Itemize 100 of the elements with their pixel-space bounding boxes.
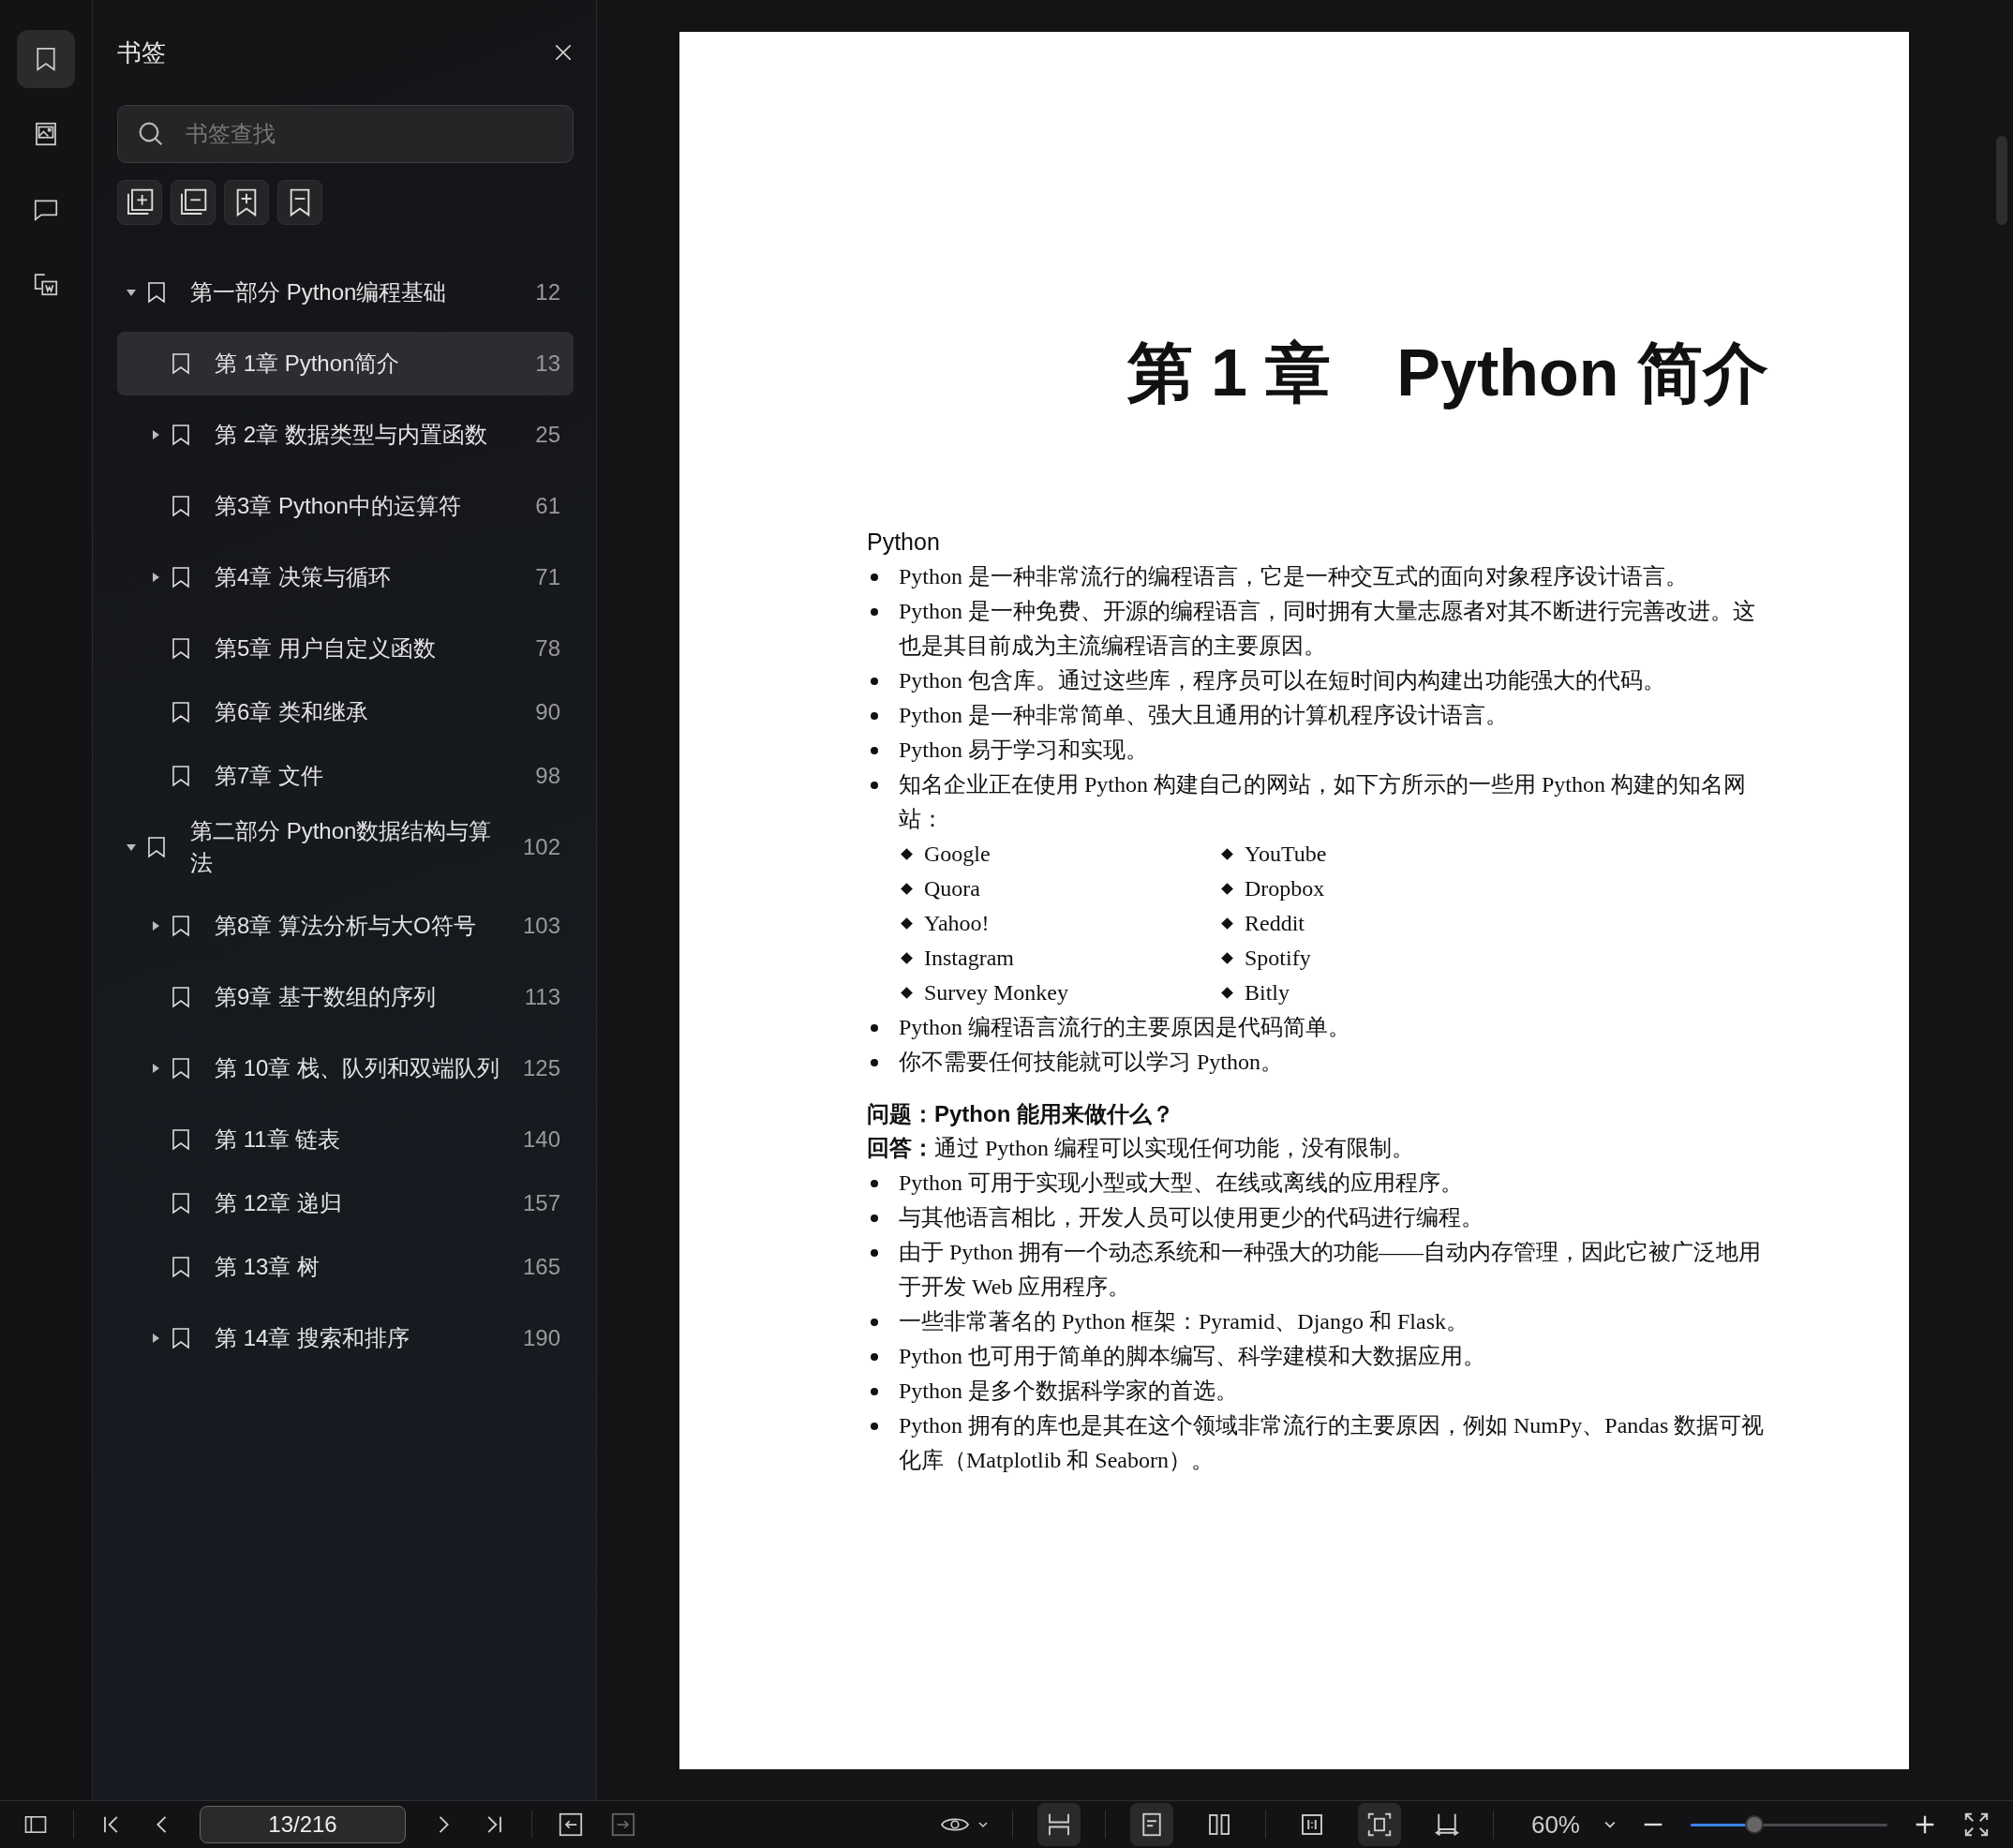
- plus-icon: [125, 187, 155, 217]
- bookmark-item[interactable]: 第9章 基于数组的序列 113: [117, 965, 574, 1029]
- bookmark-icon: [147, 280, 166, 305]
- bookmark-icon: [171, 636, 190, 661]
- bookmark-icon: [171, 1056, 190, 1080]
- list-item: Yahoo!: [924, 910, 990, 937]
- list-item: Reddit: [1245, 910, 1305, 937]
- list-item: Instagram: [924, 945, 1014, 972]
- page-number-field[interactable]: 13/216: [200, 1806, 406, 1843]
- sidebar-tab[interactable]: [17, 30, 75, 88]
- bullet-text: Python 包含库。通过这些库，程序员可以在短时间内构建出功能强大的代码。: [899, 667, 1665, 694]
- bullet-text: 一些非常著名的 Python 框架：Pyramid、Django 和 Flask。: [899, 1308, 1469, 1335]
- bookmark-icon: [171, 1191, 190, 1215]
- bookmark-item[interactable]: 第3章 Python中的运算符 61: [117, 474, 574, 538]
- bullet-text: 你不需要任何技能就可以学习 Python。: [899, 1049, 1283, 1076]
- fullscreen-icon[interactable]: [1962, 1811, 1991, 1839]
- expanded-triangle-icon[interactable]: [127, 842, 136, 852]
- list-item: Quora: [924, 875, 980, 902]
- continuous-scroll-button[interactable]: [1036, 1803, 1081, 1846]
- bookmark-item[interactable]: 第 10章 栈、队列和双端队列 125: [117, 1029, 574, 1108]
- bookmark-item[interactable]: 第 14章 搜索和排序 190: [117, 1299, 574, 1378]
- bookmark-icon: [171, 1255, 190, 1279]
- single-page-button[interactable]: [1129, 1803, 1173, 1846]
- bookmark-icon: [171, 914, 190, 938]
- bullet-icon: [871, 1388, 878, 1395]
- bookmark-icon: [171, 1326, 190, 1350]
- collapsed-triangle-icon[interactable]: [151, 1064, 160, 1073]
- back-icon[interactable]: [557, 1811, 585, 1839]
- bookmark-icon: [171, 1127, 190, 1152]
- minus-icon: [178, 187, 208, 217]
- bullet-icon: [871, 1059, 878, 1066]
- bullet-text: Python 编程语言流行的主要原因是代码简单。: [899, 1014, 1350, 1041]
- collapsed-triangle-icon[interactable]: [151, 921, 160, 931]
- bookmark-icon: [171, 423, 190, 447]
- bullet-text: Python 也可用于简单的脚本编写、科学建模和大数据应用。: [899, 1343, 1485, 1370]
- bookmark-item[interactable]: 第7章 文件 98: [117, 744, 574, 808]
- bullet-icon: [871, 1249, 878, 1257]
- slider-thumb[interactable]: [1745, 1815, 1765, 1834]
- scrollbar-thumb[interactable]: [1996, 136, 2007, 225]
- remove-bookmark-button[interactable]: [171, 180, 216, 225]
- question-text: 问题：Python 能用来做什么？: [867, 1100, 1175, 1128]
- list-item: Google: [924, 841, 991, 868]
- bookmark-item[interactable]: 第一部分 Python编程基础 12: [117, 253, 574, 332]
- add-bookmark-button[interactable]: [224, 180, 269, 225]
- list-item: Spotify: [1245, 945, 1311, 972]
- bookmark-item[interactable]: 第8章 算法分析与大O符号 103: [117, 887, 574, 965]
- collapsed-triangle-icon[interactable]: [151, 1334, 160, 1343]
- list-item: YouTube: [1245, 841, 1327, 868]
- bullet-text: Python 是一种免费、开源的编程语言，同时拥有大量志愿者对其不断进行完善改进。这也是其目前成为主流编程语言的主要原因。: [899, 598, 1756, 660]
- bookmark-item[interactable]: 第 2章 数据类型与内置函数 25: [117, 395, 574, 474]
- search-field[interactable]: 书签查找: [117, 105, 574, 163]
- bullet-text: Python 是一种非常流行的编程语言，它是一种交互式的面向对象程序设计语言。: [899, 563, 1688, 590]
- panel-title: 书签: [117, 37, 166, 68]
- bullet-icon: [871, 747, 878, 754]
- close-icon[interactable]: [553, 42, 574, 63]
- bookmark-item[interactable]: 第 12章 递归 157: [117, 1171, 574, 1235]
- bookmark-item[interactable]: 第6章 类和继承 90: [117, 680, 574, 744]
- bookmark-icon: [171, 565, 190, 589]
- fit-page-button[interactable]: [1357, 1803, 1401, 1846]
- bullet-text: Python 是一种非常简单、强大且通用的计算机程序设计语言。: [899, 702, 1508, 729]
- bullet-icon: [871, 1353, 878, 1361]
- zoom-slider[interactable]: [1691, 1814, 1887, 1835]
- answer-text: 回答：通过 Python 编程可以实现任何功能，没有限制。: [867, 1135, 1415, 1162]
- bullet-text: Python 可用于实现小型或大型、在线或离线的应用程序。: [899, 1170, 1463, 1197]
- bookmark-item[interactable]: 第 1章 Python简介 13: [117, 332, 574, 395]
- bookmark-icon: [171, 351, 190, 376]
- bookmark-item[interactable]: 第 11章 链表 140: [117, 1108, 574, 1171]
- bullet-text: Python 拥有的库也是其在这个领域非常流行的主要原因，例如 NumPy、Pandas 数据可视化库（Matplotlib 和 Seaborn）。: [899, 1412, 1766, 1474]
- bookmark-icon: [171, 764, 190, 788]
- zoom-level[interactable]: 60%: [1530, 1810, 1580, 1840]
- bullet-text: 由于 Python 拥有一个动态系统和一种强大的功能——自动内存管理，因此它被广泛地用于开发 Web 应用程序。: [899, 1239, 1762, 1301]
- add-bookmark-button[interactable]: [117, 180, 162, 225]
- section-heading: Python: [867, 528, 941, 557]
- bullet-icon: [871, 712, 878, 720]
- bullet-text: Python 易于学习和实现。: [899, 737, 1148, 764]
- bookmark-icon: [171, 494, 190, 518]
- bullet-icon: [871, 1423, 878, 1430]
- chapter-heading: 第 1 章 Python 简介: [1126, 335, 1768, 411]
- chevron-down-icon[interactable]: [1604, 1819, 1616, 1830]
- bullet-icon: [871, 1180, 878, 1187]
- bookmark-item[interactable]: 第二部分 Python数据结构与算法 102: [117, 808, 574, 887]
- bookmark-icon: [171, 700, 190, 724]
- bullet-icon: [871, 678, 878, 685]
- chevron-down-icon[interactable]: [977, 1820, 988, 1829]
- bookmark-icon: [171, 985, 190, 1009]
- collapsed-triangle-icon[interactable]: [151, 573, 160, 582]
- list-item: Survey Monkey: [924, 979, 1068, 1006]
- collapsed-triangle-icon[interactable]: [151, 430, 160, 440]
- bullet-icon: [871, 782, 878, 789]
- bullet-text: 与其他语言相比，开发人员可以使用更少的代码进行编程。: [899, 1204, 1484, 1231]
- bookmark-item[interactable]: 第 13章 树 165: [117, 1235, 574, 1299]
- bullet-icon: [871, 608, 878, 616]
- bookmark-item[interactable]: 第4章 决策与循环 71: [117, 538, 574, 617]
- bookmark-icon: [147, 835, 166, 859]
- expanded-triangle-icon[interactable]: [127, 288, 136, 297]
- bullet-text: 知名企业正在使用 Python 构建自己的网站，如下方所示的一些用 Python 构建的知名网站：: [899, 771, 1748, 833]
- bookmark-item[interactable]: 第5章 用户自定义函数 78: [117, 617, 574, 680]
- remove-bookmark-button[interactable]: [277, 180, 322, 225]
- list-item: Bitly: [1245, 979, 1290, 1006]
- bullet-icon: [871, 1215, 878, 1222]
